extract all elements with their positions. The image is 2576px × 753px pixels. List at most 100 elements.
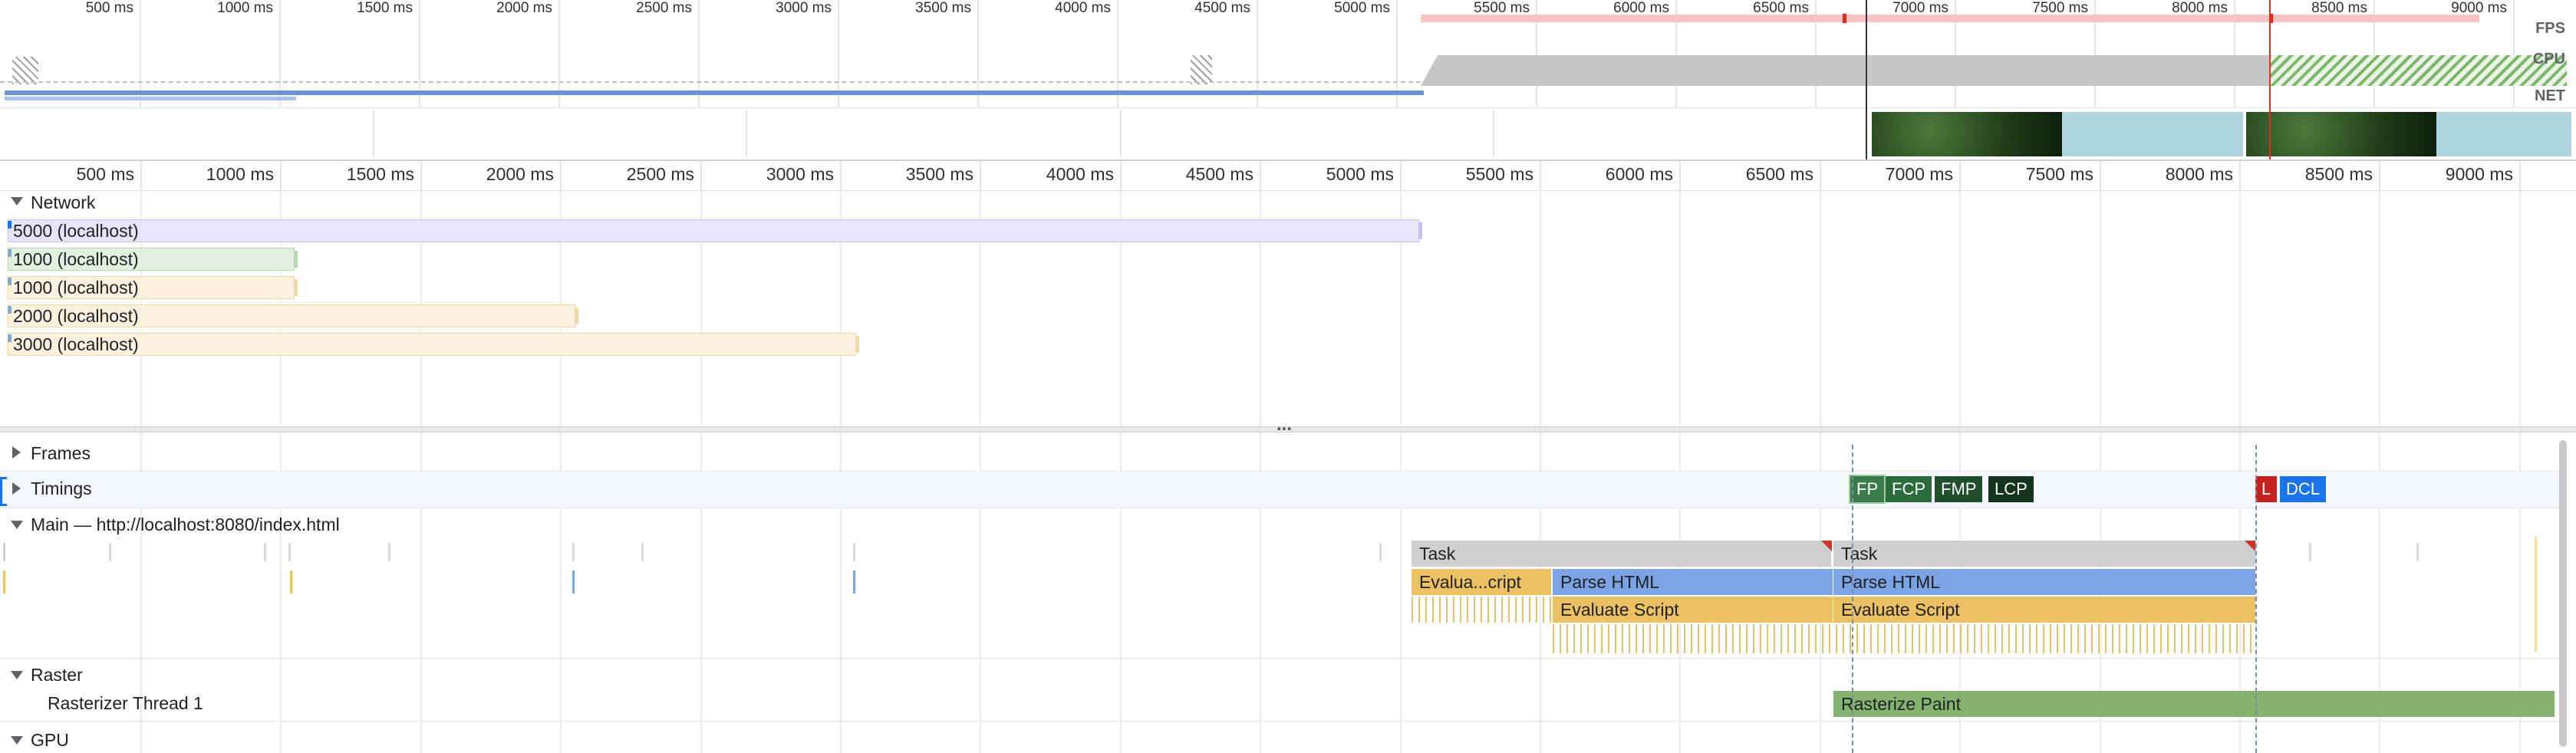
main-expand-icon[interactable] xyxy=(11,521,23,529)
cpu-usage-area xyxy=(1421,55,2271,86)
cpu-idle-area xyxy=(2271,55,2567,86)
overview-cursor[interactable] xyxy=(1866,0,1867,159)
timeline-ruler-label: 5000 ms xyxy=(1326,164,1394,184)
long-task-flag-icon xyxy=(1821,541,1832,551)
timeline-ruler-label: 500 ms xyxy=(76,164,134,184)
network-title[interactable]: Network xyxy=(31,192,95,212)
overview-ruler-tick xyxy=(2513,0,2515,107)
timeline-ruler-label: 8000 ms xyxy=(2165,164,2233,184)
network-request-end-marker xyxy=(295,251,298,268)
timeline-ruler-tick xyxy=(1540,161,1541,190)
timeline-ruler-tick xyxy=(1820,161,1821,190)
grid-line xyxy=(2519,190,2521,426)
task-event[interactable]: Task xyxy=(1412,541,1832,567)
overview-ruler-label: 4000 ms xyxy=(1055,0,1111,16)
overview-ruler-label: 2000 ms xyxy=(496,0,552,16)
task-event[interactable]: Task xyxy=(1833,541,2255,567)
parse-html-event[interactable]: Parse HTML xyxy=(1553,569,1833,595)
fp-marker-line xyxy=(1852,445,1853,753)
timeline-ruler-label: 4500 ms xyxy=(1185,164,1253,184)
network-request-start-marker xyxy=(8,278,12,285)
timeline-ruler-tick xyxy=(2239,161,2241,190)
timeline-ruler-tick xyxy=(2519,161,2521,190)
overview-ruler-label: 1000 ms xyxy=(217,0,273,16)
timeline-ruler-tick xyxy=(140,161,142,190)
overview-ruler-label: 4500 ms xyxy=(1194,0,1250,16)
timeline-ruler[interactable]: 500 ms 1000 ms 1500 ms 2000 ms 2500 ms 3000 m… xyxy=(0,161,2576,191)
cpu-hatch xyxy=(1191,55,1212,84)
overview-ruler-label: 1500 ms xyxy=(357,0,413,16)
small-task-tick xyxy=(264,543,266,561)
timing-marker-fp[interactable]: FP xyxy=(1848,475,1886,504)
grid-line xyxy=(1679,190,1681,426)
track-divider xyxy=(0,471,2562,472)
fps-marker xyxy=(1843,14,1846,23)
gpu-expand-icon[interactable] xyxy=(11,736,23,745)
small-script-tick xyxy=(290,571,292,594)
overview-cursor[interactable] xyxy=(2269,0,2271,159)
small-task-tick xyxy=(853,543,855,561)
parse-html-event[interactable]: Parse HTML xyxy=(1833,569,2255,595)
film-frame-divider xyxy=(1120,110,1122,156)
small-task-tick xyxy=(2309,543,2311,561)
frames-expand-icon[interactable] xyxy=(12,446,21,459)
frames-track-label[interactable]: Frames xyxy=(31,443,91,463)
network-request-start-marker xyxy=(8,249,12,257)
timings-track-label[interactable]: Timings xyxy=(31,478,92,498)
network-expand-icon[interactable] xyxy=(11,197,23,206)
gpu-track-label[interactable]: GPU xyxy=(31,730,69,750)
timeline-ruler-label: 9000 ms xyxy=(2445,164,2513,184)
timing-marker-fcp[interactable]: FCP xyxy=(1886,476,1932,502)
timeline-ruler-label: 7000 ms xyxy=(1885,164,1953,184)
network-request-start-marker xyxy=(8,306,12,314)
screenshot-thumbnail-bg xyxy=(2062,112,2243,156)
timeline-ruler-label: 8500 ms xyxy=(2304,164,2373,184)
timeline-ruler-label: 1000 ms xyxy=(206,164,274,184)
film-frame-divider xyxy=(1493,110,1494,156)
evaluate-script-event[interactable]: Evaluate Script xyxy=(1553,597,1833,623)
vertical-scrollbar[interactable] xyxy=(2559,440,2567,747)
timing-marker-load[interactable]: L xyxy=(2255,476,2278,502)
timeline-ruler-tick xyxy=(1959,161,1961,190)
rasterizer-thread-label[interactable]: Rasterizer Thread 1 xyxy=(48,693,203,713)
network-request-bar[interactable]: 1000 (localhost) xyxy=(8,248,295,271)
grid-line xyxy=(2239,190,2241,426)
timings-expand-icon[interactable] xyxy=(12,482,21,495)
network-request-end-marker xyxy=(856,336,859,353)
timeline-ruler-tick xyxy=(1260,161,1261,190)
overview-pane[interactable]: 500 ms 1000 ms 1500 ms 2000 ms 2500 ms 3000 m… xyxy=(0,0,2576,161)
grid-line xyxy=(1959,190,1961,426)
network-request-start-marker xyxy=(8,334,12,342)
network-request-bar[interactable]: 2000 (localhost) xyxy=(8,304,575,327)
timings-selection-bracket xyxy=(0,477,7,506)
net-label: NET xyxy=(2535,87,2565,104)
raster-expand-icon[interactable] xyxy=(11,671,23,679)
overview-ruler-label: 5000 ms xyxy=(1334,0,1390,16)
small-task-tick xyxy=(3,543,5,561)
net-bar xyxy=(5,97,296,100)
timings-row-bg xyxy=(0,472,2562,508)
network-request-bar[interactable]: 5000 (localhost) xyxy=(8,219,1419,242)
timeline-ruler-tick xyxy=(980,161,981,190)
timeline-ruler-tick xyxy=(2379,161,2380,190)
network-request-bar[interactable]: 3000 (localhost) xyxy=(8,333,856,356)
timeline-ruler-tick xyxy=(420,161,422,190)
small-script-tick xyxy=(2535,537,2537,652)
screenshot-thumbnail[interactable] xyxy=(2246,112,2436,156)
main-track-label[interactable]: Main — http://localhost:8080/index.html xyxy=(31,515,340,534)
grid-line xyxy=(2379,190,2380,426)
network-request-bar[interactable]: 1000 (localhost) xyxy=(8,276,295,299)
evaluate-script-event[interactable]: Evaluate Script xyxy=(1833,597,2255,623)
raster-track-label[interactable]: Raster xyxy=(31,665,83,685)
rasterize-paint-event[interactable]: Rasterize Paint xyxy=(1833,691,2555,717)
cpu-label: CPU xyxy=(2532,51,2565,67)
timeline-ruler-label: 3500 ms xyxy=(905,164,973,184)
timeline-ruler-label: 1500 ms xyxy=(346,164,414,184)
net-bar xyxy=(5,90,1424,95)
timing-marker-dcl[interactable]: DCL xyxy=(2280,476,2327,502)
screenshot-thumbnail[interactable] xyxy=(1872,112,2062,156)
timing-marker-fmp[interactable]: FMP xyxy=(1935,476,1983,502)
timeline-ruler-label: 6500 ms xyxy=(1745,164,1813,184)
timing-marker-lcp[interactable]: LCP xyxy=(1988,476,2034,502)
evaluate-script-event[interactable]: Evalua...cript xyxy=(1412,569,1553,595)
